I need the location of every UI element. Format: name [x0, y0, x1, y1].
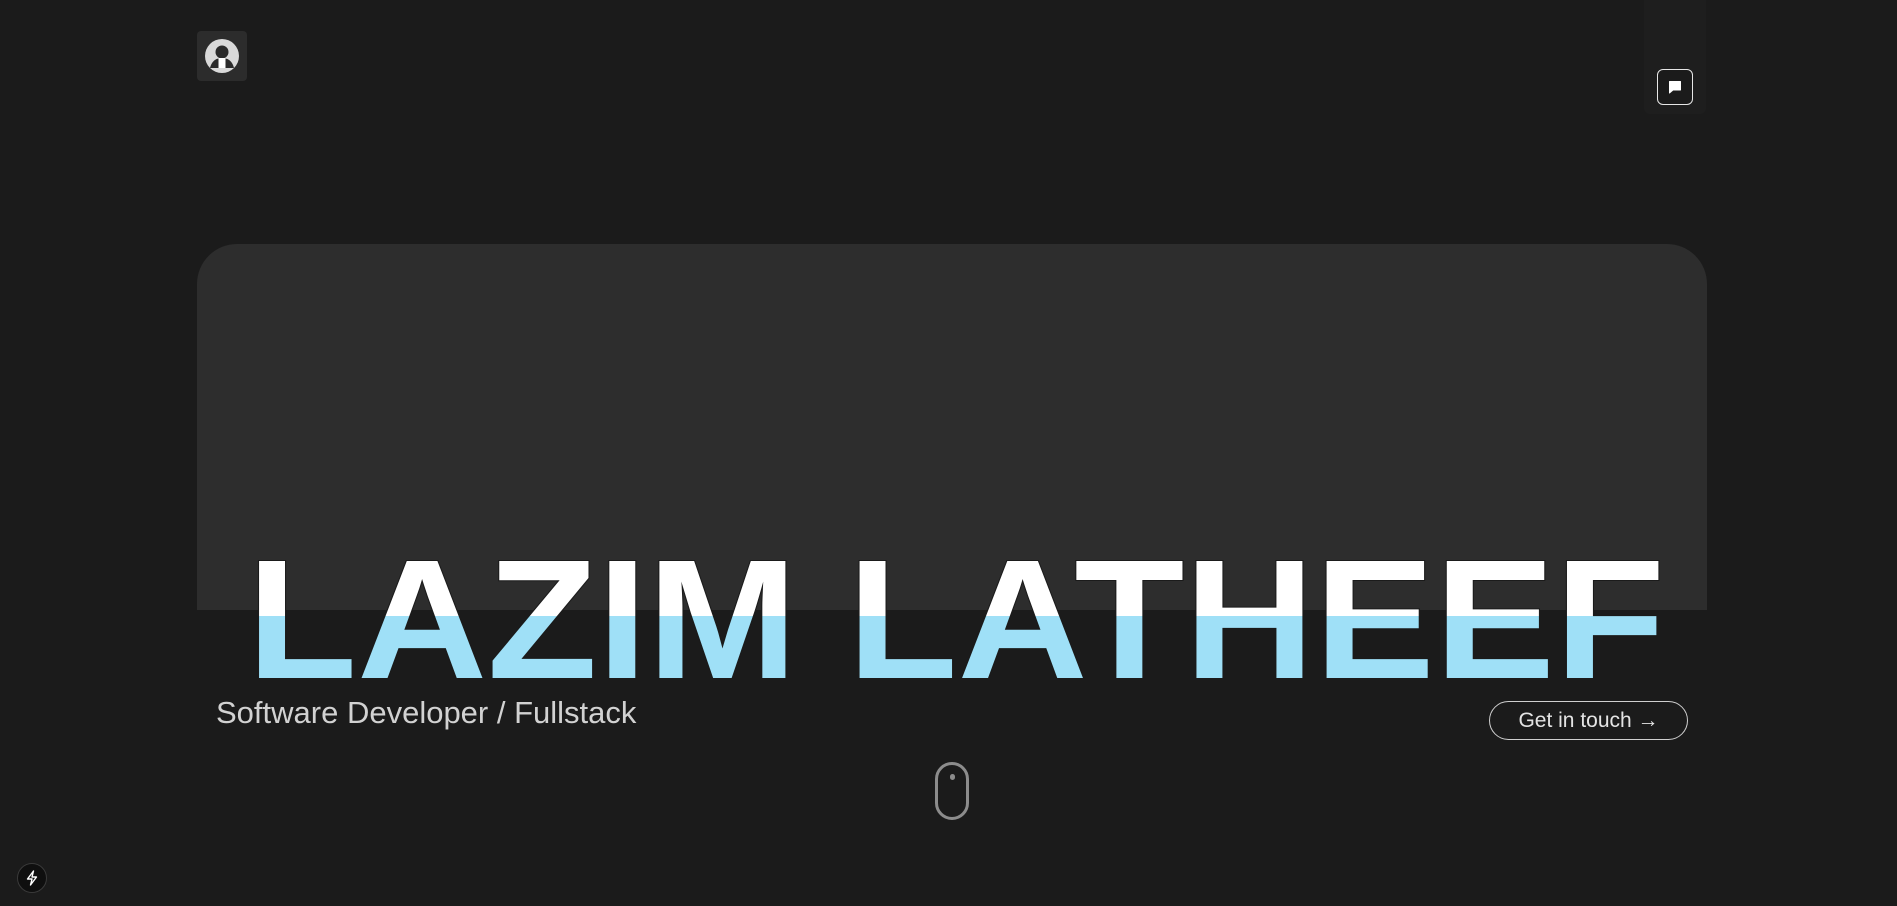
avatar[interactable] [197, 31, 247, 81]
chat-bubble-icon [1669, 81, 1681, 94]
get-in-touch-button[interactable]: Get in touch → [1489, 701, 1688, 740]
hero-name: LAZIM LATHEEF [0, 550, 1897, 680]
lightning-bolt-icon [26, 870, 38, 886]
hero-name-text: LAZIM LATHEEF [247, 550, 1665, 680]
scroll-wheel-dot [949, 774, 955, 780]
page: LAZIM LATHEEF Software Developer / Fulls… [0, 0, 1897, 906]
mouse-scroll-icon [935, 762, 969, 820]
corner-badge[interactable] [17, 863, 47, 893]
user-portrait-icon [205, 39, 239, 73]
chat-button[interactable] [1657, 69, 1693, 105]
hero-subtitle: Software Developer / Fullstack [216, 695, 637, 730]
